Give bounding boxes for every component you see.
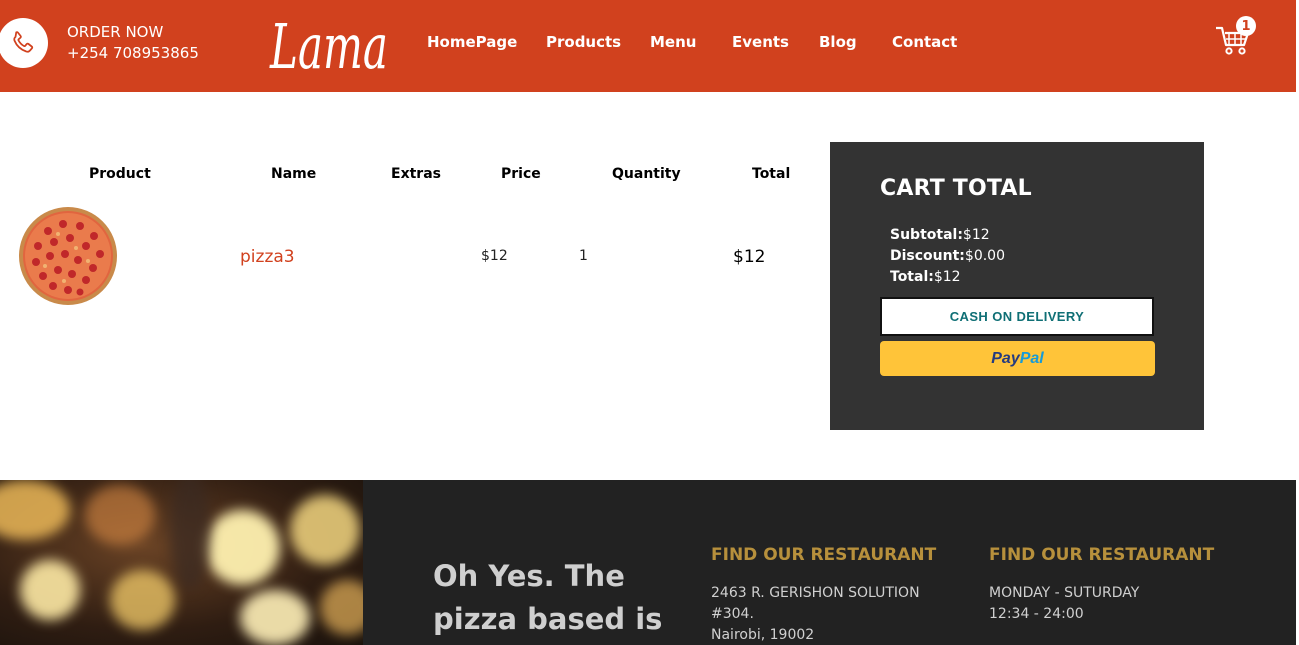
footer-bokeh-image [0, 480, 363, 645]
navbar: ORDER NOW +254 708953865 Lama HomePage P… [0, 0, 1296, 92]
discount-row: Discount:$0.00 [890, 248, 1005, 264]
nav-contact[interactable]: Contact [892, 33, 972, 51]
nav-menu-link[interactable]: Menu [650, 33, 732, 51]
address-line: Nairobi, 19002 [711, 627, 815, 643]
header-quantity: Quantity [612, 166, 681, 182]
call-button[interactable] [0, 18, 48, 68]
address-line: #304. [711, 606, 754, 622]
nav-blog[interactable]: Blog [819, 33, 892, 51]
hours-line: 12:34 - 24:00 [989, 606, 1084, 622]
product-total: $12 [733, 247, 766, 267]
header-product: Product [89, 166, 151, 182]
logo-text: Lama [269, 10, 388, 83]
footer-slogan: Oh Yes. The pizza based is [433, 555, 673, 641]
phone-icon [13, 31, 34, 53]
phone-number: +254 708953865 [67, 44, 199, 62]
total-value: $12 [933, 269, 961, 285]
product-name: pizza3 [240, 247, 295, 267]
total-label: Total: [890, 269, 934, 285]
order-info: ORDER NOW +254 708953865 [67, 22, 199, 64]
product-quantity: 1 [579, 248, 588, 264]
discount-label: Discount: [890, 248, 965, 264]
header-total: Total [752, 166, 791, 182]
nav-products[interactable]: Products [546, 33, 650, 51]
nav-homepage[interactable]: HomePage [427, 33, 546, 51]
header-extras: Extras [391, 166, 441, 182]
footer-address: 2463 R. GERISHON SOLUTION #304. Nairobi,… [711, 583, 920, 645]
cart-total-title: CART TOTAL [880, 176, 1032, 201]
subtotal-label: Subtotal: [890, 227, 963, 243]
slogan-line-2: pizza based is [433, 602, 663, 636]
footer-address-title: FIND OUR RESTAURANT [711, 545, 937, 565]
total-row: Total:$12 [890, 269, 961, 285]
footer: Oh Yes. The pizza based is FIND OUR REST… [0, 480, 1296, 645]
address-line: 2463 R. GERISHON SOLUTION [711, 585, 920, 601]
footer-hours: MONDAY - SUTURDAY 12:34 - 24:00 [989, 583, 1139, 625]
nav-events[interactable]: Events [732, 33, 819, 51]
paypal-button[interactable]: Pay Pal [880, 341, 1155, 376]
paypal-logo-pay: Pay [991, 349, 1020, 367]
cart-total-panel: CART TOTAL Subtotal:$12 Discount:$0.00 T… [830, 142, 1204, 430]
order-now-label: ORDER NOW [67, 23, 164, 41]
slogan-line-1: Oh Yes. The [433, 559, 625, 593]
lama-logo[interactable]: Lama [268, 2, 392, 84]
cash-on-delivery-button[interactable]: CASH ON DELIVERY [880, 297, 1154, 336]
hours-line: MONDAY - SUTURDAY [989, 585, 1140, 601]
footer-hours-title: FIND OUR RESTAURANT [989, 545, 1215, 565]
product-price: $12 [481, 248, 508, 264]
header-name: Name [271, 166, 317, 182]
paypal-logo-pal: Pal [1019, 349, 1044, 367]
cart-count-badge: 1 [1236, 16, 1256, 36]
subtotal-row: Subtotal:$12 [890, 227, 990, 243]
header-price: Price [501, 166, 541, 182]
nav-menu: HomePage Products Menu Events Blog Conta… [427, 33, 972, 51]
subtotal-value: $12 [962, 227, 990, 243]
discount-value: $0.00 [964, 248, 1005, 264]
pizza-image [19, 207, 117, 305]
